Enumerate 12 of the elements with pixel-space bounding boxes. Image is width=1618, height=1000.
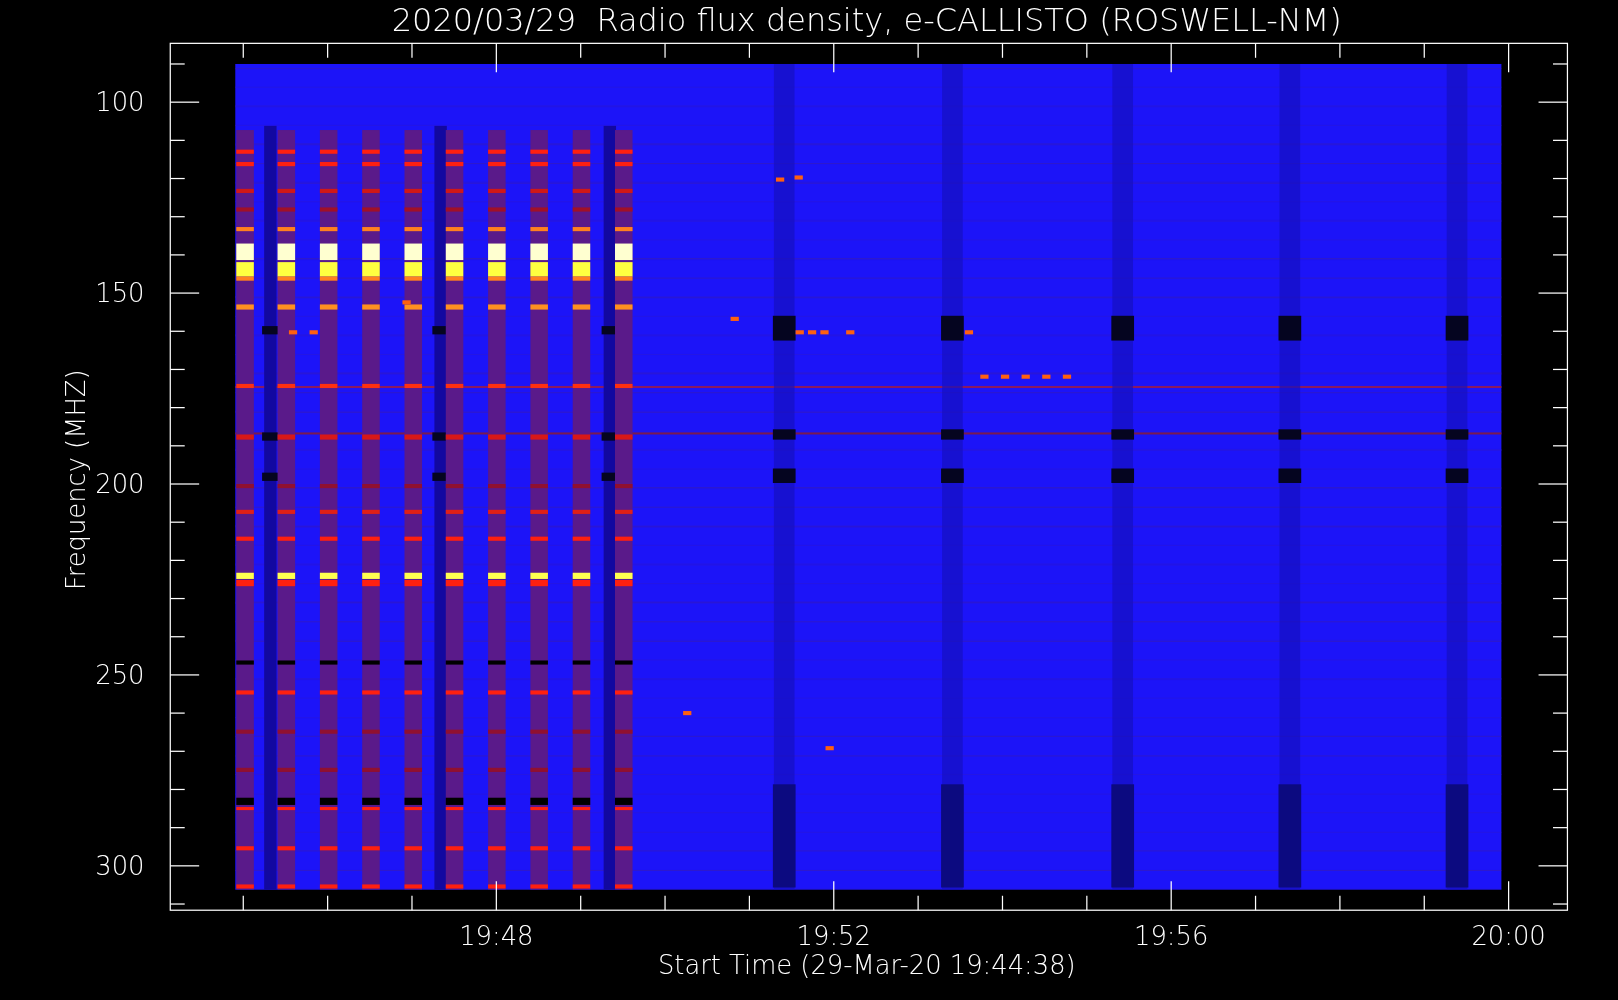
y-axis-label: Frequency (MHZ) xyxy=(60,369,91,591)
y-tick-label: 150 xyxy=(95,278,145,309)
y-tick-label: 200 xyxy=(95,469,145,500)
y-tick-label: 100 xyxy=(95,87,145,118)
x-tick-label: 19:48 xyxy=(459,921,534,952)
x-tick-label: 19:52 xyxy=(796,921,871,952)
y-tick-label: 300 xyxy=(95,851,145,882)
x-tick-label: 20:00 xyxy=(1471,921,1546,952)
y-tick-label: 250 xyxy=(95,660,145,691)
plot-title: 2020/03/29 Radio flux density, e-CALLISTO (ROSWELL-NM) xyxy=(391,0,1342,39)
x-axis-label: Start Time (29-Mar-20 19:44:38) xyxy=(657,950,1076,981)
x-tick-label: 19:56 xyxy=(1134,921,1209,952)
